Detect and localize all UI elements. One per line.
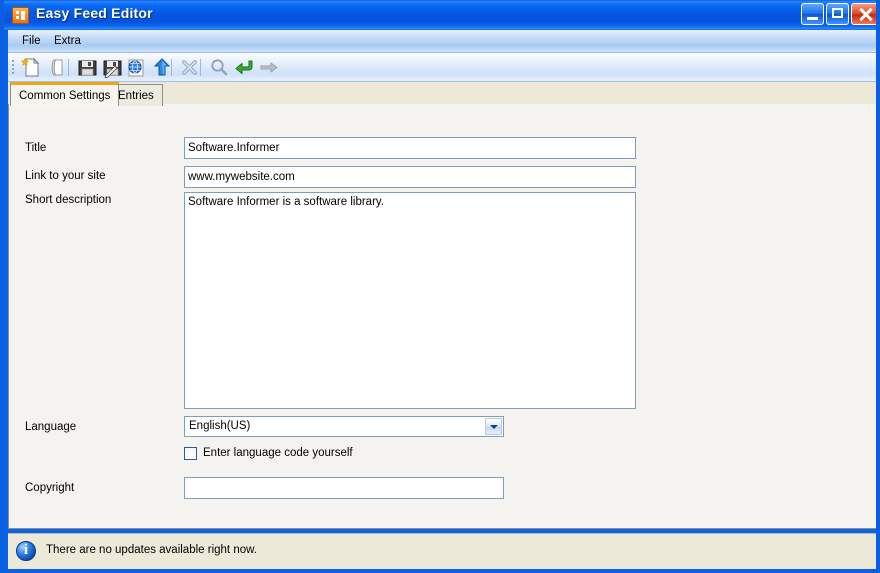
forward-button[interactable] [258, 57, 280, 78]
back-button[interactable] [234, 57, 256, 78]
info-icon [16, 541, 36, 561]
copyright-label: Copyright [25, 482, 75, 494]
status-message: There are no updates available right now… [46, 544, 257, 556]
link-label: Link to your site [25, 170, 106, 182]
language-dropdown[interactable]: English(US) [184, 416, 504, 437]
toolbar-grip[interactable] [12, 60, 14, 75]
language-selected-value: English(US) [189, 420, 251, 432]
new-feed-button[interactable] [20, 57, 42, 78]
toolbar [8, 53, 876, 82]
chevron-down-icon[interactable] [485, 418, 502, 435]
title-label: Title [25, 142, 47, 154]
enter-language-code-label: Enter language code yourself [203, 447, 353, 459]
maximize-button[interactable] [826, 3, 849, 25]
window-controls [801, 3, 876, 25]
open-feed-button[interactable] [48, 57, 70, 78]
short-description-label: Short description [25, 194, 112, 206]
menu-bar: File Extra [8, 30, 876, 53]
enter-language-code-checkbox[interactable] [184, 447, 197, 460]
copyright-input[interactable] [184, 477, 504, 499]
upload-button[interactable] [151, 57, 173, 78]
status-bar: There are no updates available right now… [8, 533, 876, 569]
language-label: Language [25, 421, 77, 433]
minimize-button[interactable] [801, 3, 824, 25]
link-input[interactable] [184, 166, 636, 188]
find-button[interactable] [208, 57, 230, 78]
tab-strip: Common Settings Entries [8, 82, 876, 106]
feed-app-icon [12, 7, 29, 24]
application-window: Easy Feed Editor File Extra Common Setti… [0, 0, 880, 573]
menu-item-file[interactable]: File [17, 34, 46, 48]
tab-common-settings[interactable]: Common Settings [10, 82, 120, 106]
save-as-button[interactable] [101, 57, 123, 78]
preview-web-button[interactable] [125, 57, 147, 78]
title-input[interactable] [184, 137, 636, 159]
window-title: Easy Feed Editor [36, 5, 153, 21]
menu-item-extra[interactable]: Extra [49, 34, 86, 48]
common-settings-panel: Title Link to your site Short descriptio… [8, 104, 876, 529]
close-button[interactable] [851, 3, 876, 25]
title-bar[interactable]: Easy Feed Editor [4, 0, 876, 30]
save-button[interactable] [76, 57, 98, 78]
short-description-textarea[interactable] [184, 192, 636, 409]
delete-button[interactable] [179, 57, 201, 78]
